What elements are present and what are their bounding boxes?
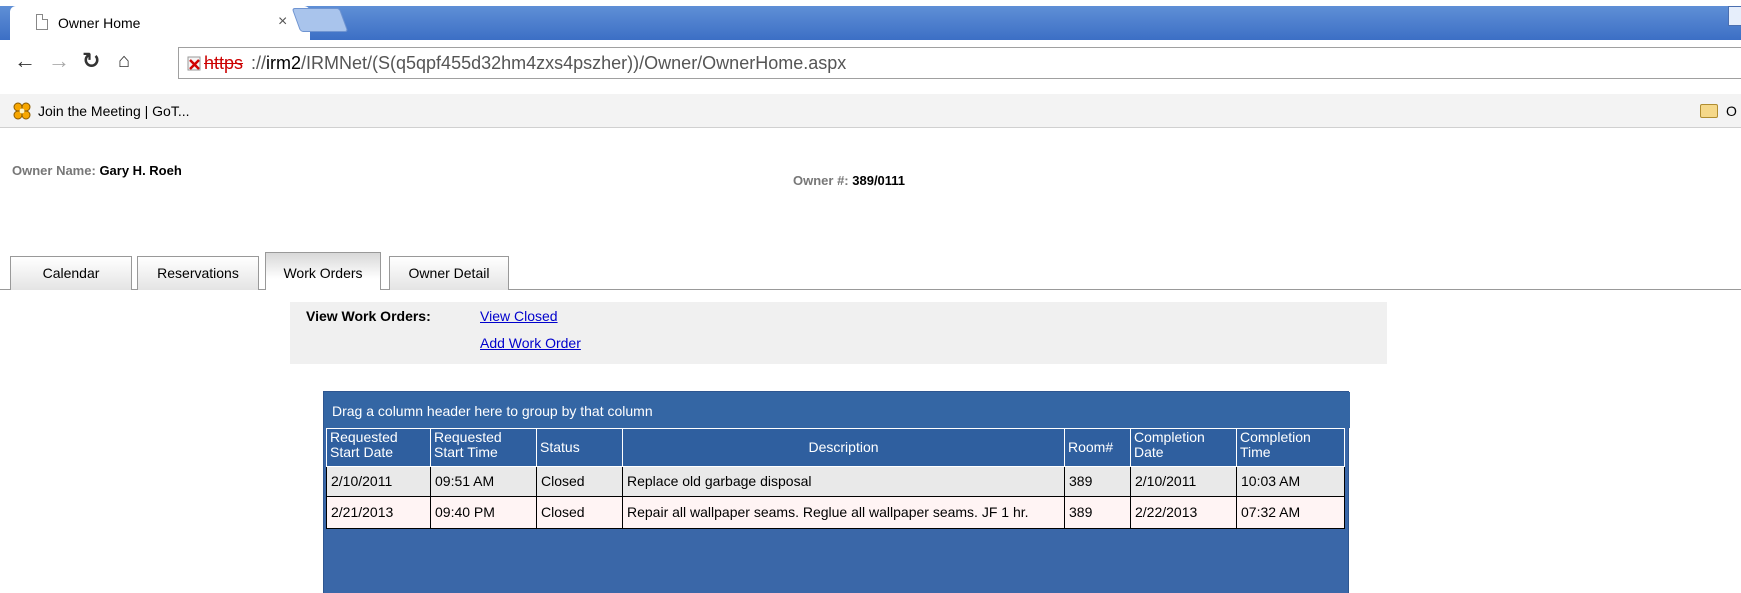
tab-work-orders[interactable]: Work Orders xyxy=(265,252,381,290)
tab-reservations[interactable]: Reservations xyxy=(137,256,259,290)
bookmark-other[interactable]: O xyxy=(1700,100,1741,122)
close-tab-icon[interactable]: × xyxy=(278,13,287,31)
column-header-requested-start-date[interactable]: Requested Start Date xyxy=(326,428,431,467)
home-icon[interactable]: ⌂ xyxy=(118,50,130,72)
owner-name-value: Gary H. Roeh xyxy=(99,163,182,178)
back-arrow-icon[interactable]: ← xyxy=(14,50,36,72)
cell-completion-date: 2/10/2011 xyxy=(1130,466,1237,497)
bookmarks-bar: Join the Meeting | GoT... O xyxy=(0,94,1741,128)
work-orders-table: Requested Start Date Requested Start Tim… xyxy=(326,428,1345,529)
owner-number: Owner #: 389/0111 xyxy=(793,173,905,188)
page-tabs: Calendar Reservations Work Orders Owner … xyxy=(0,252,1741,290)
window-control-button[interactable] xyxy=(1728,6,1741,26)
work-orders-grid: Drag a column header here to group by th… xyxy=(323,391,1350,593)
cell-requested-start-date: 2/10/2011 xyxy=(326,466,431,497)
url-scheme: https xyxy=(204,53,244,73)
group-by-panel[interactable]: Drag a column header here to group by th… xyxy=(324,392,1350,428)
column-header-room[interactable]: Room# xyxy=(1064,428,1131,467)
url-host: irm2 xyxy=(266,53,302,73)
bookmark-label: Join the Meeting | GoT... xyxy=(38,103,190,119)
view-work-orders-label: View Work Orders: xyxy=(306,308,431,324)
tab-calendar[interactable]: Calendar xyxy=(10,256,132,290)
owner-number-value: 389/0111 xyxy=(852,173,906,188)
folder-icon xyxy=(1700,104,1718,118)
forward-arrow-icon[interactable]: → xyxy=(48,50,70,72)
owner-number-label: Owner #: xyxy=(793,173,849,188)
owner-name: Owner Name: Gary H. Roeh xyxy=(12,163,182,178)
column-header-completion-time[interactable]: Completion Time xyxy=(1236,428,1345,467)
owner-name-label: Owner Name: xyxy=(12,163,96,178)
cell-requested-start-time: 09:51 AM xyxy=(430,466,537,497)
column-header-description[interactable]: Description xyxy=(622,428,1065,467)
cell-description: Replace old garbage disposal xyxy=(622,466,1065,497)
column-header-completion-date[interactable]: Completion Date xyxy=(1130,428,1237,467)
table-row[interactable]: 2/10/2011 09:51 AM Closed Replace old ga… xyxy=(326,466,1345,497)
cell-completion-date: 2/22/2013 xyxy=(1130,496,1237,529)
cell-requested-start-date: 2/21/2013 xyxy=(326,496,431,529)
new-tab-button[interactable] xyxy=(291,8,349,32)
address-bar[interactable]: https ://irm2/IRMNet/(S(q5qpf455d32hm4zx… xyxy=(178,47,1741,79)
url-text: ://irm2/IRMNet/(S(q5qpf455d32hm4zxs4pszh… xyxy=(251,53,847,73)
browser-tabstrip: Owner Home × xyxy=(0,0,1741,40)
page-icon xyxy=(36,14,48,30)
tab-divider xyxy=(0,289,1741,290)
work-orders-panel: View Work Orders: View Closed Add Work O… xyxy=(290,302,1387,364)
column-header-requested-start-time[interactable]: Requested Start Time xyxy=(430,428,537,467)
view-closed-link[interactable]: View Closed xyxy=(480,308,558,324)
column-header-status[interactable]: Status xyxy=(536,428,623,467)
bookmark-label: O xyxy=(1726,103,1737,119)
table-row[interactable]: 2/21/2013 09:40 PM Closed Repair all wal… xyxy=(326,496,1345,529)
reload-icon[interactable]: ↻ xyxy=(82,50,100,72)
owner-info: Owner Name: Gary H. Roeh Owner #: 389/01… xyxy=(0,128,1741,248)
browser-toolbar: ← → ↻ ⌂ https ://irm2/IRMNet/(S(q5qpf455… xyxy=(0,40,1741,94)
cell-status: Closed xyxy=(536,496,623,529)
cell-requested-start-time: 09:40 PM xyxy=(430,496,537,529)
ssl-warning-icon xyxy=(187,56,201,71)
browser-tab-title: Owner Home xyxy=(58,15,141,31)
gotomeeting-icon xyxy=(13,102,31,120)
table-header-row: Requested Start Date Requested Start Tim… xyxy=(326,428,1345,467)
cell-status: Closed xyxy=(536,466,623,497)
cell-completion-time: 07:32 AM xyxy=(1236,496,1345,529)
add-work-order-link[interactable]: Add Work Order xyxy=(480,335,581,351)
cell-room: 389 xyxy=(1064,466,1131,497)
tab-owner-detail[interactable]: Owner Detail xyxy=(389,256,509,290)
cell-completion-time: 10:03 AM xyxy=(1236,466,1345,497)
browser-tab-owner-home[interactable]: Owner Home × xyxy=(10,6,310,40)
cell-room: 389 xyxy=(1064,496,1131,529)
cell-description: Repair all wallpaper seams. Reglue all w… xyxy=(622,496,1065,529)
